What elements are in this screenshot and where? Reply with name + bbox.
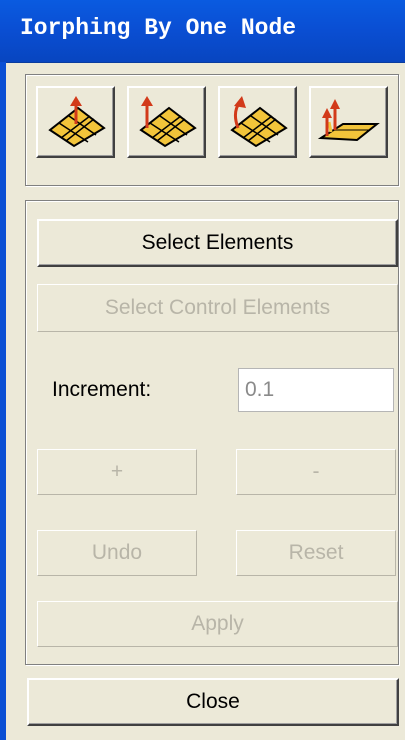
plus-button[interactable]: +: [37, 449, 197, 495]
morph-tangent-icon: [230, 96, 288, 148]
apply-button[interactable]: Apply: [37, 601, 398, 647]
morph-tangent-button[interactable]: [218, 86, 297, 158]
morph-normal-icon: [139, 96, 197, 148]
increment-field[interactable]: [238, 368, 394, 412]
morph-offset-icon: [317, 99, 380, 142]
title-bar[interactable]: Iorphing By One Node: [0, 0, 405, 63]
controls-panel: [25, 200, 399, 665]
morph-surface-button[interactable]: [36, 86, 115, 158]
undo-button[interactable]: Undo: [37, 530, 197, 576]
minus-button[interactable]: -: [236, 449, 396, 495]
window-frame-left: [0, 62, 6, 740]
select-control-elements-button[interactable]: Select Control Elements: [37, 284, 398, 332]
morph-offset-button[interactable]: [309, 86, 388, 158]
select-elements-button[interactable]: Select Elements: [37, 219, 398, 267]
window-title: Iorphing By One Node: [20, 15, 297, 41]
morph-normal-button[interactable]: [127, 86, 206, 158]
morph-surface-icon: [48, 96, 106, 148]
increment-label: Increment:: [52, 378, 152, 401]
toolbar-panel: [25, 74, 399, 186]
close-button[interactable]: Close: [27, 678, 399, 726]
reset-button[interactable]: Reset: [236, 530, 396, 576]
